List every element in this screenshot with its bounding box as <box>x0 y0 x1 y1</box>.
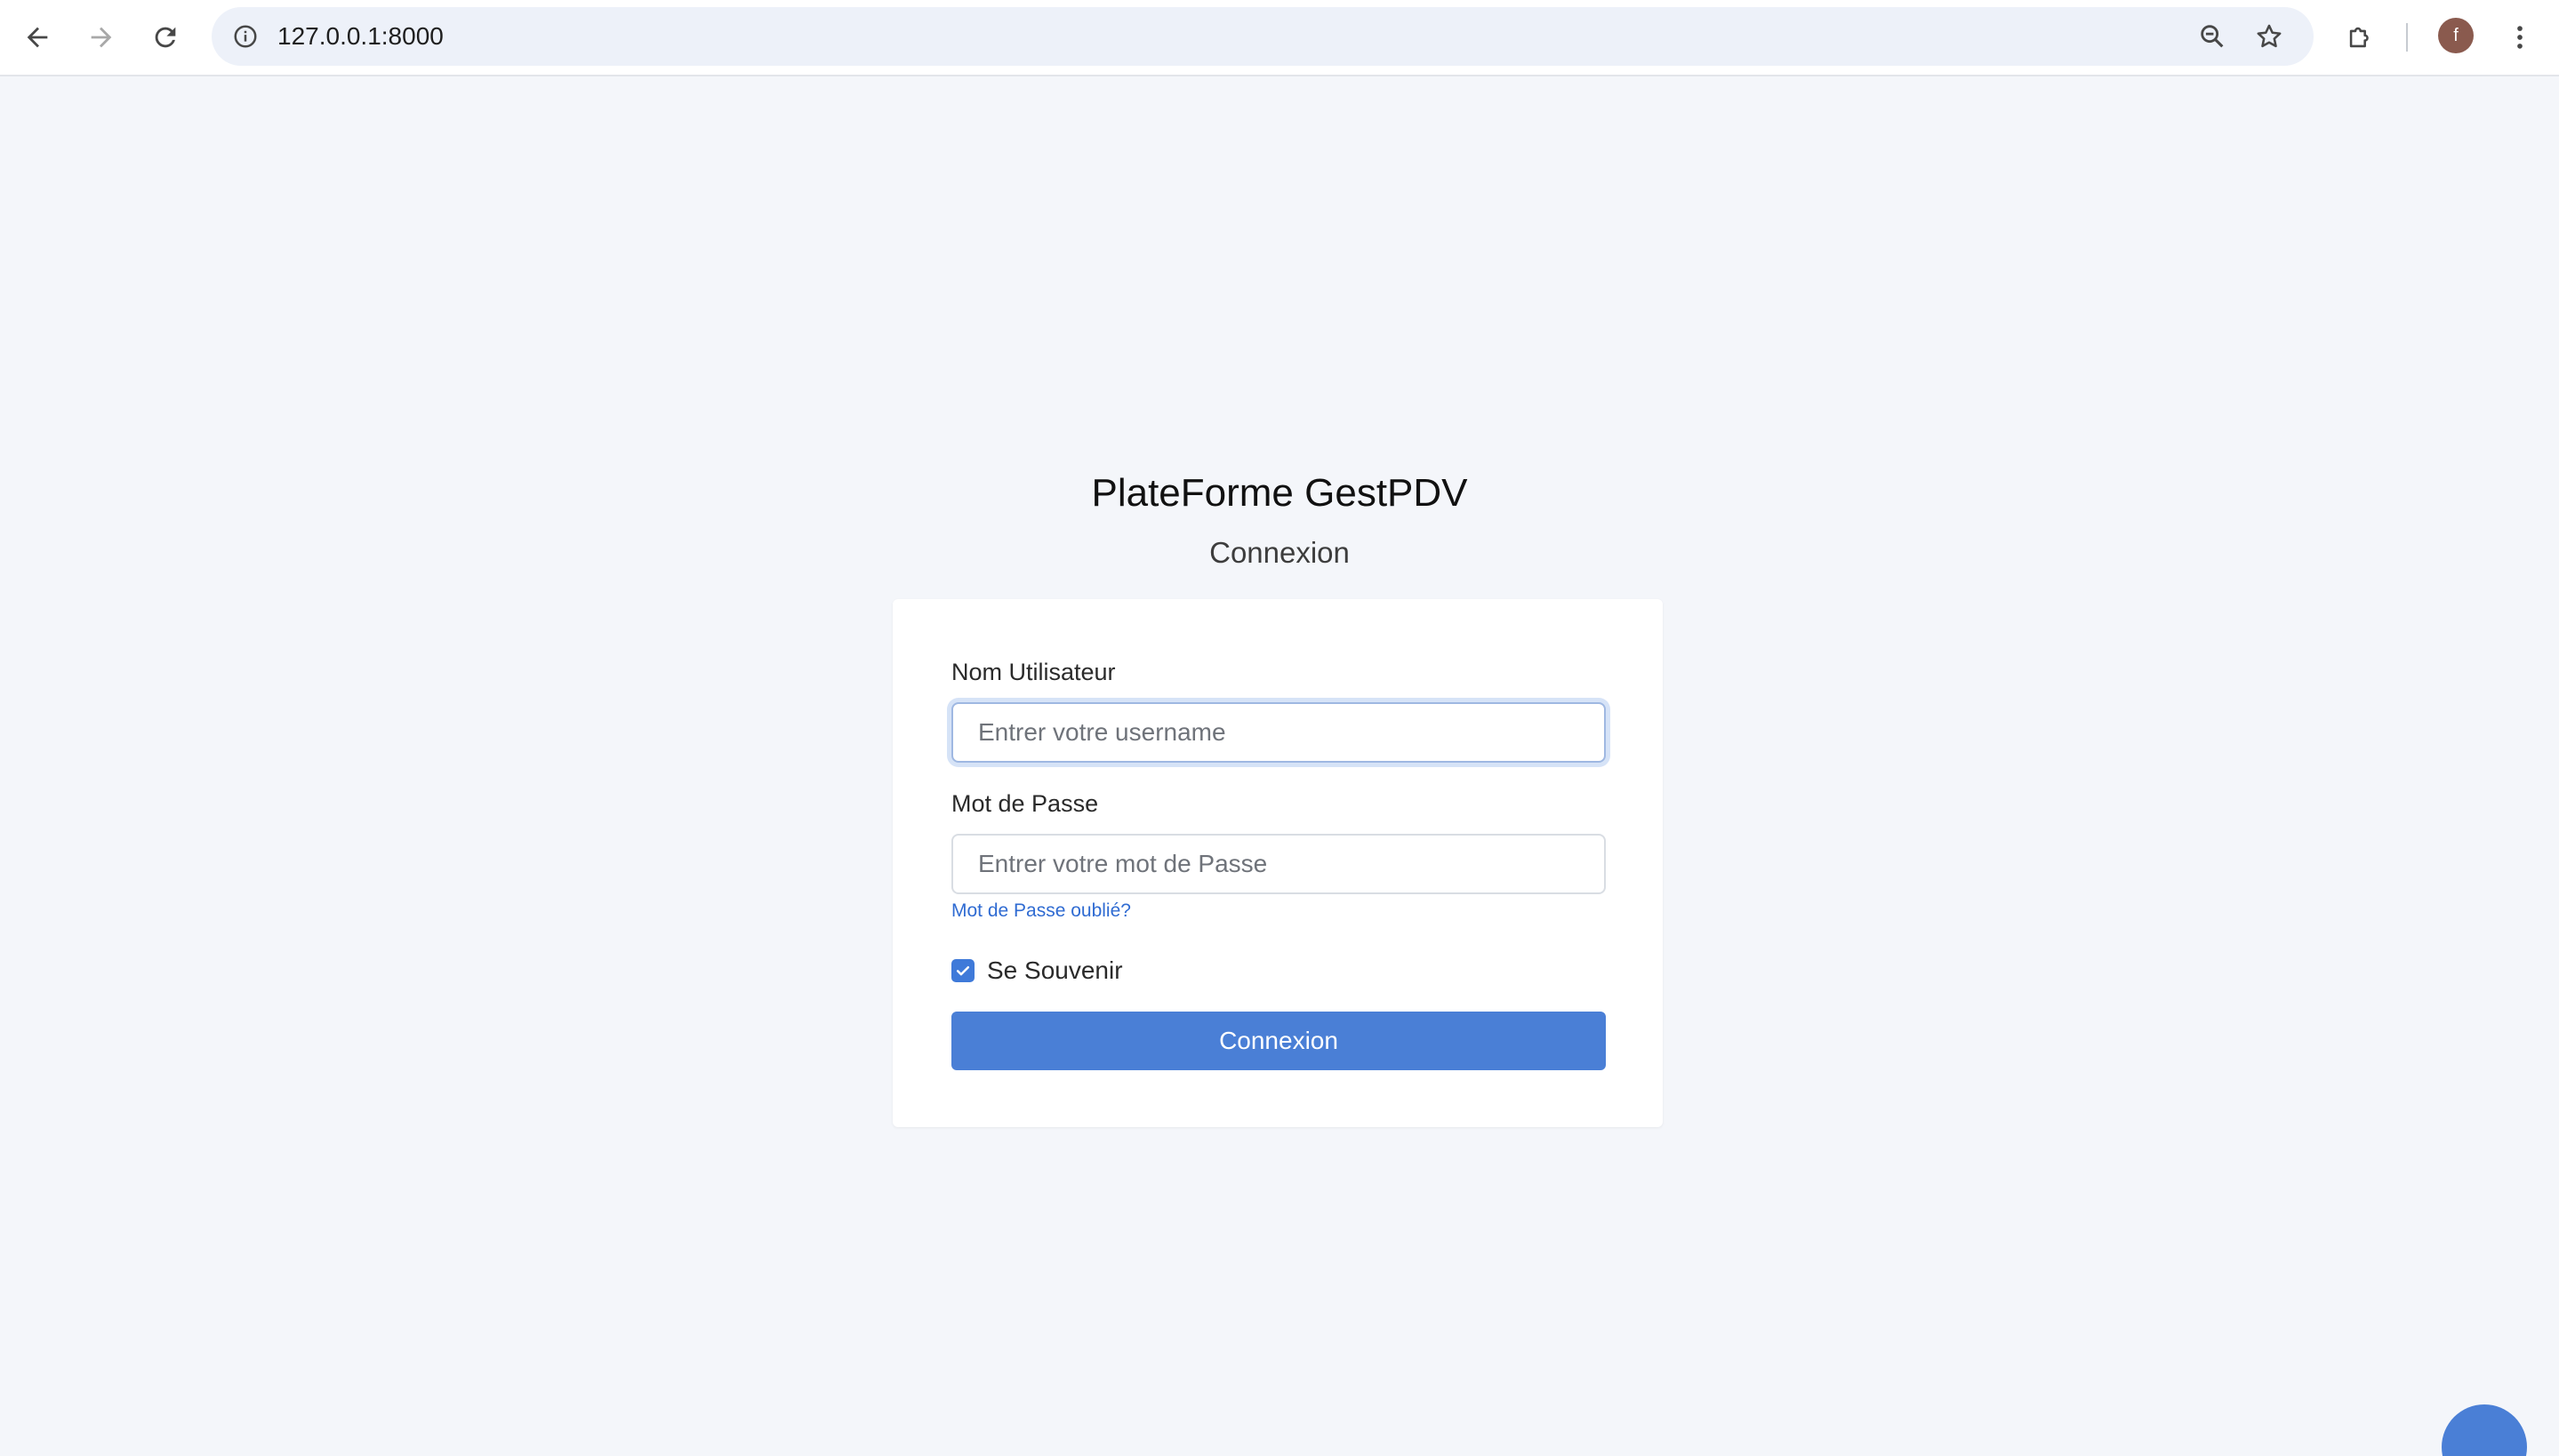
forward-button[interactable] <box>76 12 126 62</box>
bookmark-button[interactable] <box>2248 15 2290 58</box>
back-button[interactable] <box>12 12 62 62</box>
floating-action-button[interactable] <box>2442 1404 2527 1456</box>
reload-icon <box>155 27 176 48</box>
remember-me-checkbox[interactable] <box>951 959 975 982</box>
page-title: PlateForme GestPDV <box>1091 471 1468 515</box>
kebab-menu-icon <box>2517 26 2523 49</box>
forgot-password-link[interactable]: Mot de Passe oublié? <box>951 898 1131 924</box>
checkmark-icon <box>956 966 970 976</box>
page-subtitle: Connexion <box>1209 536 1350 569</box>
puzzle-icon <box>2349 27 2369 48</box>
url-text[interactable]: 127.0.0.1:8000 <box>277 7 444 66</box>
zoom-out-icon <box>2201 25 2224 48</box>
reload-button[interactable] <box>140 12 190 62</box>
password-label: Mot de Passe <box>951 790 1099 817</box>
extensions-button[interactable] <box>2335 12 2385 62</box>
browser-menu-button[interactable] <box>2495 12 2545 62</box>
toolbar-divider <box>2406 23 2408 52</box>
arrow-left-icon <box>27 27 48 48</box>
address-bar[interactable]: 127.0.0.1:8000 <box>212 7 2314 66</box>
login-card: Nom Utilisateur Mot de Passe Mot de Pass… <box>893 599 1663 1127</box>
password-input[interactable] <box>951 834 1606 894</box>
browser-toolbar: 127.0.0.1:8000 f <box>0 0 2559 76</box>
arrow-right-icon <box>91 27 112 48</box>
zoom-button[interactable] <box>2191 15 2234 58</box>
info-icon <box>234 25 257 48</box>
profile-avatar[interactable]: f <box>2438 18 2474 53</box>
remember-me-label[interactable]: Se Souvenir <box>987 956 1123 985</box>
star-icon <box>2257 24 2282 48</box>
remember-me: Se Souvenir <box>951 953 1123 988</box>
username-input[interactable] <box>951 702 1606 763</box>
username-label: Nom Utilisateur <box>951 659 1116 685</box>
site-info-button[interactable] <box>224 15 267 58</box>
login-button[interactable]: Connexion <box>951 1012 1606 1070</box>
